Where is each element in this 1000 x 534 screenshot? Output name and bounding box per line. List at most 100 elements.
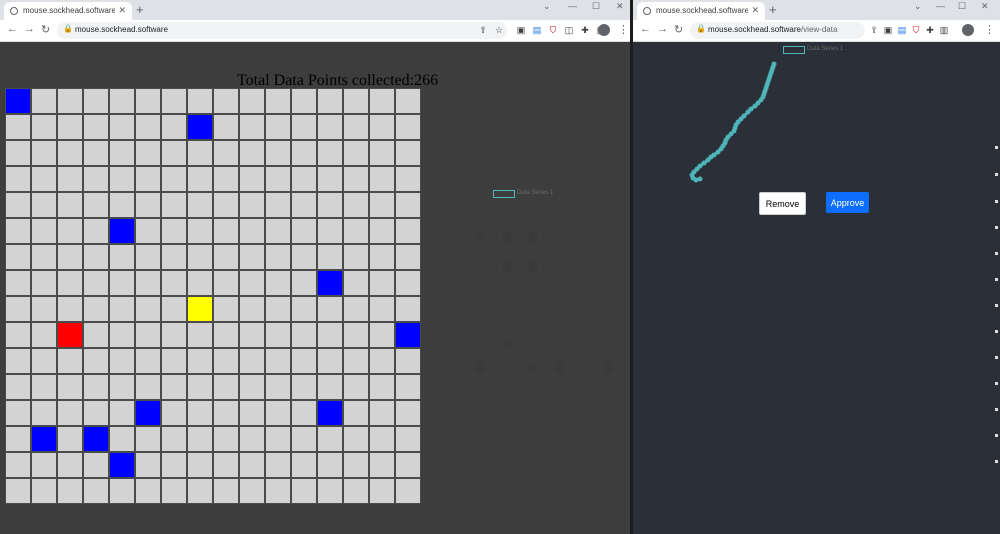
maximize-icon[interactable]: ☐ — [958, 1, 966, 12]
grid-cell[interactable] — [213, 478, 239, 504]
grid-cell[interactable] — [57, 88, 83, 114]
grid-cell[interactable] — [291, 452, 317, 478]
grid-cell[interactable] — [317, 244, 343, 270]
grid-cell[interactable] — [213, 244, 239, 270]
menu-icon[interactable]: ⋮ — [618, 23, 629, 36]
grid-cell[interactable] — [5, 452, 31, 478]
profile-avatar[interactable] — [598, 24, 610, 36]
grid-cell[interactable] — [135, 140, 161, 166]
grid-cell[interactable] — [161, 114, 187, 140]
grid-cell[interactable] — [395, 400, 421, 426]
grid-cell[interactable] — [265, 452, 291, 478]
shield-icon[interactable]: ⛉ — [911, 24, 921, 36]
grid-cell[interactable] — [317, 218, 343, 244]
grid-cell[interactable] — [109, 322, 135, 348]
grid-cell[interactable] — [187, 270, 213, 296]
extension-icon[interactable]: ◫ — [564, 24, 574, 36]
grid-cell[interactable] — [317, 88, 343, 114]
grid-cell[interactable] — [369, 166, 395, 192]
reload-icon[interactable]: ↻ — [674, 23, 683, 36]
grid-cell[interactable] — [161, 426, 187, 452]
grid-cell[interactable] — [31, 114, 57, 140]
grid-cell[interactable] — [239, 88, 265, 114]
grid-cell[interactable] — [239, 296, 265, 322]
grid-cell[interactable] — [317, 374, 343, 400]
grid-cell[interactable] — [31, 478, 57, 504]
grid-cell[interactable] — [265, 114, 291, 140]
grid-cell-filled[interactable] — [109, 452, 135, 478]
grid-cell[interactable] — [369, 400, 395, 426]
grid-cell[interactable] — [291, 478, 317, 504]
grid-cell[interactable] — [5, 426, 31, 452]
new-tab-icon[interactable]: + — [769, 2, 777, 17]
grid-cell[interactable] — [369, 322, 395, 348]
grid-cell[interactable] — [161, 88, 187, 114]
grid-cell[interactable] — [265, 140, 291, 166]
grid-cell[interactable] — [31, 88, 57, 114]
grid-cell[interactable] — [57, 218, 83, 244]
grid-cell[interactable] — [291, 166, 317, 192]
extension-icon[interactable]: ▤ — [897, 24, 907, 36]
grid-cell[interactable] — [109, 348, 135, 374]
grid-cell[interactable] — [109, 88, 135, 114]
grid-cell[interactable] — [109, 114, 135, 140]
tab-mouse-sockhead[interactable]: mouse.sockhead.software ✕ — [4, 2, 132, 20]
grid-cell[interactable] — [161, 270, 187, 296]
grid-cell[interactable] — [395, 374, 421, 400]
grid-cell[interactable] — [265, 88, 291, 114]
grid-cell[interactable] — [83, 296, 109, 322]
grid-cell[interactable] — [83, 374, 109, 400]
grid-cell[interactable] — [343, 114, 369, 140]
grid-cell[interactable] — [31, 322, 57, 348]
grid-cell[interactable] — [369, 478, 395, 504]
grid-cell[interactable] — [187, 88, 213, 114]
grid-cell[interactable] — [291, 140, 317, 166]
extension-icon[interactable]: ▣ — [883, 24, 893, 36]
grid-cell[interactable] — [369, 426, 395, 452]
grid-cell[interactable] — [57, 426, 83, 452]
tab-search-icon[interactable]: ⌄ — [914, 1, 922, 12]
grid-cell[interactable] — [291, 114, 317, 140]
grid-cell[interactable] — [83, 166, 109, 192]
grid-cell[interactable] — [187, 374, 213, 400]
grid-cell[interactable] — [343, 270, 369, 296]
grid-cell[interactable] — [369, 452, 395, 478]
grid-cell[interactable] — [317, 348, 343, 374]
grid-cell[interactable] — [5, 322, 31, 348]
grid-cell[interactable] — [135, 296, 161, 322]
grid-cell[interactable] — [5, 374, 31, 400]
grid-cell[interactable] — [83, 244, 109, 270]
back-icon[interactable]: ← — [640, 23, 651, 35]
grid-cell[interactable] — [135, 114, 161, 140]
grid-cell[interactable] — [369, 244, 395, 270]
grid-cell[interactable] — [343, 400, 369, 426]
address-bar[interactable]: 🔒 mouse.sockhead.software — [57, 22, 507, 39]
close-window-icon[interactable]: ✕ — [981, 1, 989, 12]
grid-cell[interactable] — [265, 478, 291, 504]
grid-cell[interactable] — [265, 348, 291, 374]
grid-cell[interactable] — [395, 218, 421, 244]
grid-cell[interactable] — [343, 218, 369, 244]
grid-cell[interactable] — [5, 478, 31, 504]
grid-cell[interactable] — [187, 426, 213, 452]
grid-cell[interactable] — [239, 374, 265, 400]
extension-icon[interactable]: ▤ — [532, 24, 542, 36]
grid-cell[interactable] — [161, 374, 187, 400]
grid-cell[interactable] — [395, 114, 421, 140]
grid-cell[interactable] — [213, 140, 239, 166]
grid-cell[interactable] — [109, 478, 135, 504]
grid-cell-filled[interactable] — [5, 88, 31, 114]
grid-cell[interactable] — [57, 192, 83, 218]
grid-cell[interactable] — [161, 166, 187, 192]
profile-avatar[interactable] — [962, 24, 974, 36]
grid-cell[interactable] — [109, 296, 135, 322]
grid-cell[interactable] — [291, 244, 317, 270]
grid-cell[interactable] — [187, 400, 213, 426]
grid-cell[interactable] — [239, 400, 265, 426]
minimize-icon[interactable]: — — [936, 1, 945, 11]
grid-cell[interactable] — [187, 478, 213, 504]
grid-cell[interactable] — [291, 218, 317, 244]
grid-cell[interactable] — [213, 88, 239, 114]
grid-cell[interactable] — [109, 426, 135, 452]
grid-cell[interactable] — [213, 166, 239, 192]
